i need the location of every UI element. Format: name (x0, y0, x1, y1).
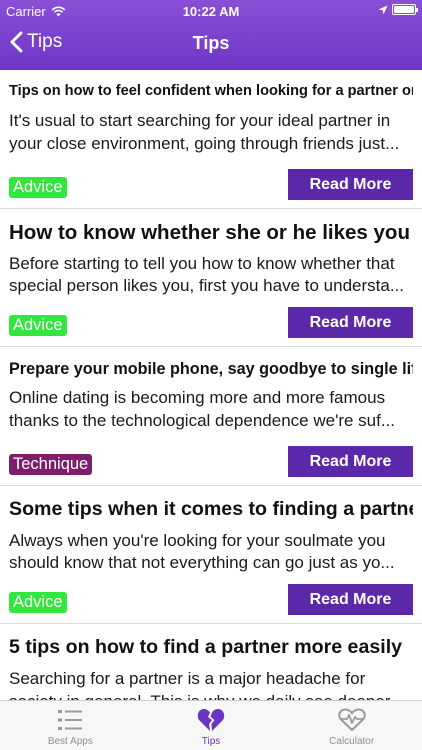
chevron-left-icon (10, 31, 23, 53)
category-tag: Technique (9, 453, 93, 475)
tab-tips[interactable]: Tips (141, 701, 282, 750)
tip-card[interactable]: Tips on how to feel confident when looki… (0, 70, 422, 209)
read-more-button[interactable]: Read More (288, 445, 413, 477)
tip-footer: Technique Read More (9, 445, 413, 477)
tip-title: How to know whether she or he likes you (9, 220, 410, 244)
tip-excerpt: It's usual to start searching for your i… (9, 111, 400, 153)
read-more-button[interactable]: Read More (288, 168, 413, 200)
tip-footer: Advice Read More (9, 168, 413, 200)
tip-excerpt: Before starting to tell you how to know … (9, 253, 404, 296)
back-button-label: Tips (27, 31, 63, 52)
tip-title: Prepare your mobile phone, say goodbye t… (9, 360, 413, 378)
tip-title: Some tips when it comes to finding a par… (9, 497, 413, 520)
tab-label: Tips (201, 736, 221, 747)
tip-card[interactable]: Some tips when it comes to finding a par… (0, 486, 422, 624)
tip-title: Tips on how to feel confident when looki… (9, 83, 413, 99)
category-tag: Advice (9, 315, 67, 336)
tip-card[interactable]: How to know whether she or he likes you … (0, 209, 422, 347)
list-icon (57, 707, 83, 733)
tip-excerpt: Always when you're looking for your soul… (9, 530, 395, 573)
tab-best-apps[interactable]: Best Apps (0, 701, 141, 750)
tip-card[interactable]: Prepare your mobile phone, say goodbye t… (0, 347, 422, 486)
tip-footer: Advice Read More (9, 307, 413, 338)
page-title: Tips (192, 33, 230, 53)
broken-heart-icon (197, 707, 225, 733)
heartbeat-icon (337, 707, 366, 733)
tab-label: Best Apps (47, 736, 93, 747)
tip-card[interactable]: 5 tips on how to find a partner more eas… (0, 624, 422, 700)
category-tag: Advice (9, 176, 67, 198)
read-more-button[interactable]: Read More (288, 307, 413, 338)
tip-footer: Advice Read More (9, 584, 413, 615)
battery-icon (392, 4, 418, 15)
location-arrow-icon (378, 5, 388, 14)
status-time: 10:22 AM (182, 4, 240, 19)
battery-fill (394, 6, 414, 13)
navigation-header: Carrier 10:22 AM Tips Tips (0, 0, 422, 70)
tip-excerpt: Online dating is becoming more and more … (9, 388, 396, 430)
tab-bar: Best Apps Tips Calculator (0, 700, 422, 750)
tip-excerpt: Searching for a partner is a major heada… (9, 669, 390, 700)
tab-calculator[interactable]: Calculator (281, 701, 422, 750)
status-bar: Carrier 10:22 AM (0, 0, 422, 22)
tab-label: Calculator (329, 736, 375, 747)
tips-list[interactable]: Tips on how to feel confident when looki… (0, 70, 422, 700)
tip-title: 5 tips on how to find a partner more eas… (9, 636, 403, 658)
read-more-button[interactable]: Read More (288, 584, 413, 615)
status-right (378, 4, 418, 15)
category-tag: Advice (9, 592, 67, 613)
back-button[interactable]: Tips (10, 31, 62, 53)
